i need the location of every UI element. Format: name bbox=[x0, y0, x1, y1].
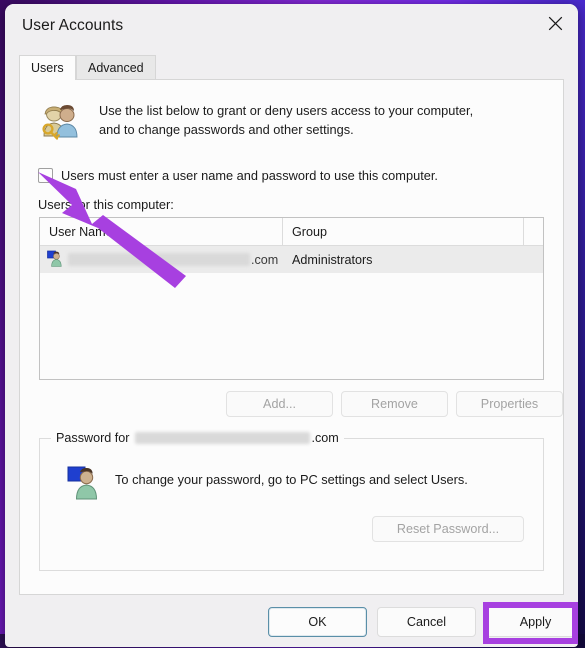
remove-button[interactable]: Remove bbox=[341, 391, 448, 417]
ok-button-label: OK bbox=[308, 615, 327, 629]
tab-advanced-label: Advanced bbox=[88, 60, 144, 75]
apply-button-label: Apply bbox=[519, 615, 552, 629]
user-list-label: Users for this computer: bbox=[38, 197, 174, 212]
user-name-suffix: .com bbox=[251, 252, 279, 267]
users-description-line2: and to change passwords and other settin… bbox=[99, 122, 354, 137]
close-icon[interactable] bbox=[532, 4, 578, 42]
users-description-line1: Use the list below to grant or deny user… bbox=[99, 103, 474, 118]
cell-user-name: .com bbox=[40, 250, 283, 270]
users-must-enter-checkbox[interactable] bbox=[38, 168, 53, 183]
table-row[interactable]: .com Administrators bbox=[40, 246, 543, 273]
add-button[interactable]: Add... bbox=[226, 391, 333, 417]
user-account-icon bbox=[47, 250, 64, 270]
title-bar: User Accounts bbox=[5, 4, 578, 48]
users-tab-page: Use the list below to grant or deny user… bbox=[19, 79, 564, 595]
user-password-icon bbox=[67, 465, 102, 500]
column-header-extra[interactable] bbox=[524, 218, 543, 245]
apply-button[interactable]: Apply bbox=[486, 607, 578, 637]
column-header-user-name[interactable]: User Name bbox=[40, 218, 283, 245]
password-legend-suffix: .com bbox=[311, 431, 339, 445]
cancel-button[interactable]: Cancel bbox=[377, 607, 476, 637]
users-description: Use the list below to grant or deny user… bbox=[99, 101, 529, 139]
tab-advanced[interactable]: Advanced bbox=[76, 55, 156, 80]
tab-users-label: Users bbox=[31, 61, 64, 75]
remove-button-label: Remove bbox=[371, 397, 418, 411]
user-list-header: User Name Group bbox=[40, 218, 543, 246]
properties-button-label: Properties bbox=[480, 397, 539, 411]
properties-button[interactable]: Properties bbox=[456, 391, 563, 417]
password-instructions: To change your password, go to PC settin… bbox=[115, 472, 468, 487]
redacted-account-name bbox=[134, 432, 310, 444]
users-must-enter-label: Users must enter a user name and passwor… bbox=[61, 168, 438, 183]
redacted-user-name bbox=[68, 253, 250, 266]
reset-password-button-label: Reset Password... bbox=[396, 522, 500, 536]
user-list[interactable]: User Name Group .com Administrators bbox=[39, 217, 544, 380]
tab-users[interactable]: Users bbox=[19, 55, 76, 80]
add-button-label: Add... bbox=[263, 397, 296, 411]
cancel-button-label: Cancel bbox=[406, 615, 447, 629]
user-accounts-dialog: User Accounts Users Advanced Use the lis… bbox=[5, 4, 578, 647]
dialog-footer: OK Cancel Apply bbox=[5, 602, 578, 647]
users-must-enter-row[interactable]: Users must enter a user name and passwor… bbox=[38, 168, 438, 183]
column-header-group[interactable]: Group bbox=[283, 218, 524, 245]
tab-strip: Users Advanced bbox=[19, 55, 564, 80]
password-group-legend: Password for .com bbox=[51, 430, 344, 446]
cell-group: Administrators bbox=[292, 252, 373, 267]
users-with-key-icon bbox=[37, 100, 83, 146]
password-legend-prefix: Password for bbox=[56, 431, 130, 445]
window-title: User Accounts bbox=[22, 17, 124, 34]
reset-password-button[interactable]: Reset Password... bbox=[372, 516, 524, 542]
ok-button[interactable]: OK bbox=[268, 607, 367, 637]
password-group-box: Password for .com To change your passwor… bbox=[39, 430, 544, 571]
